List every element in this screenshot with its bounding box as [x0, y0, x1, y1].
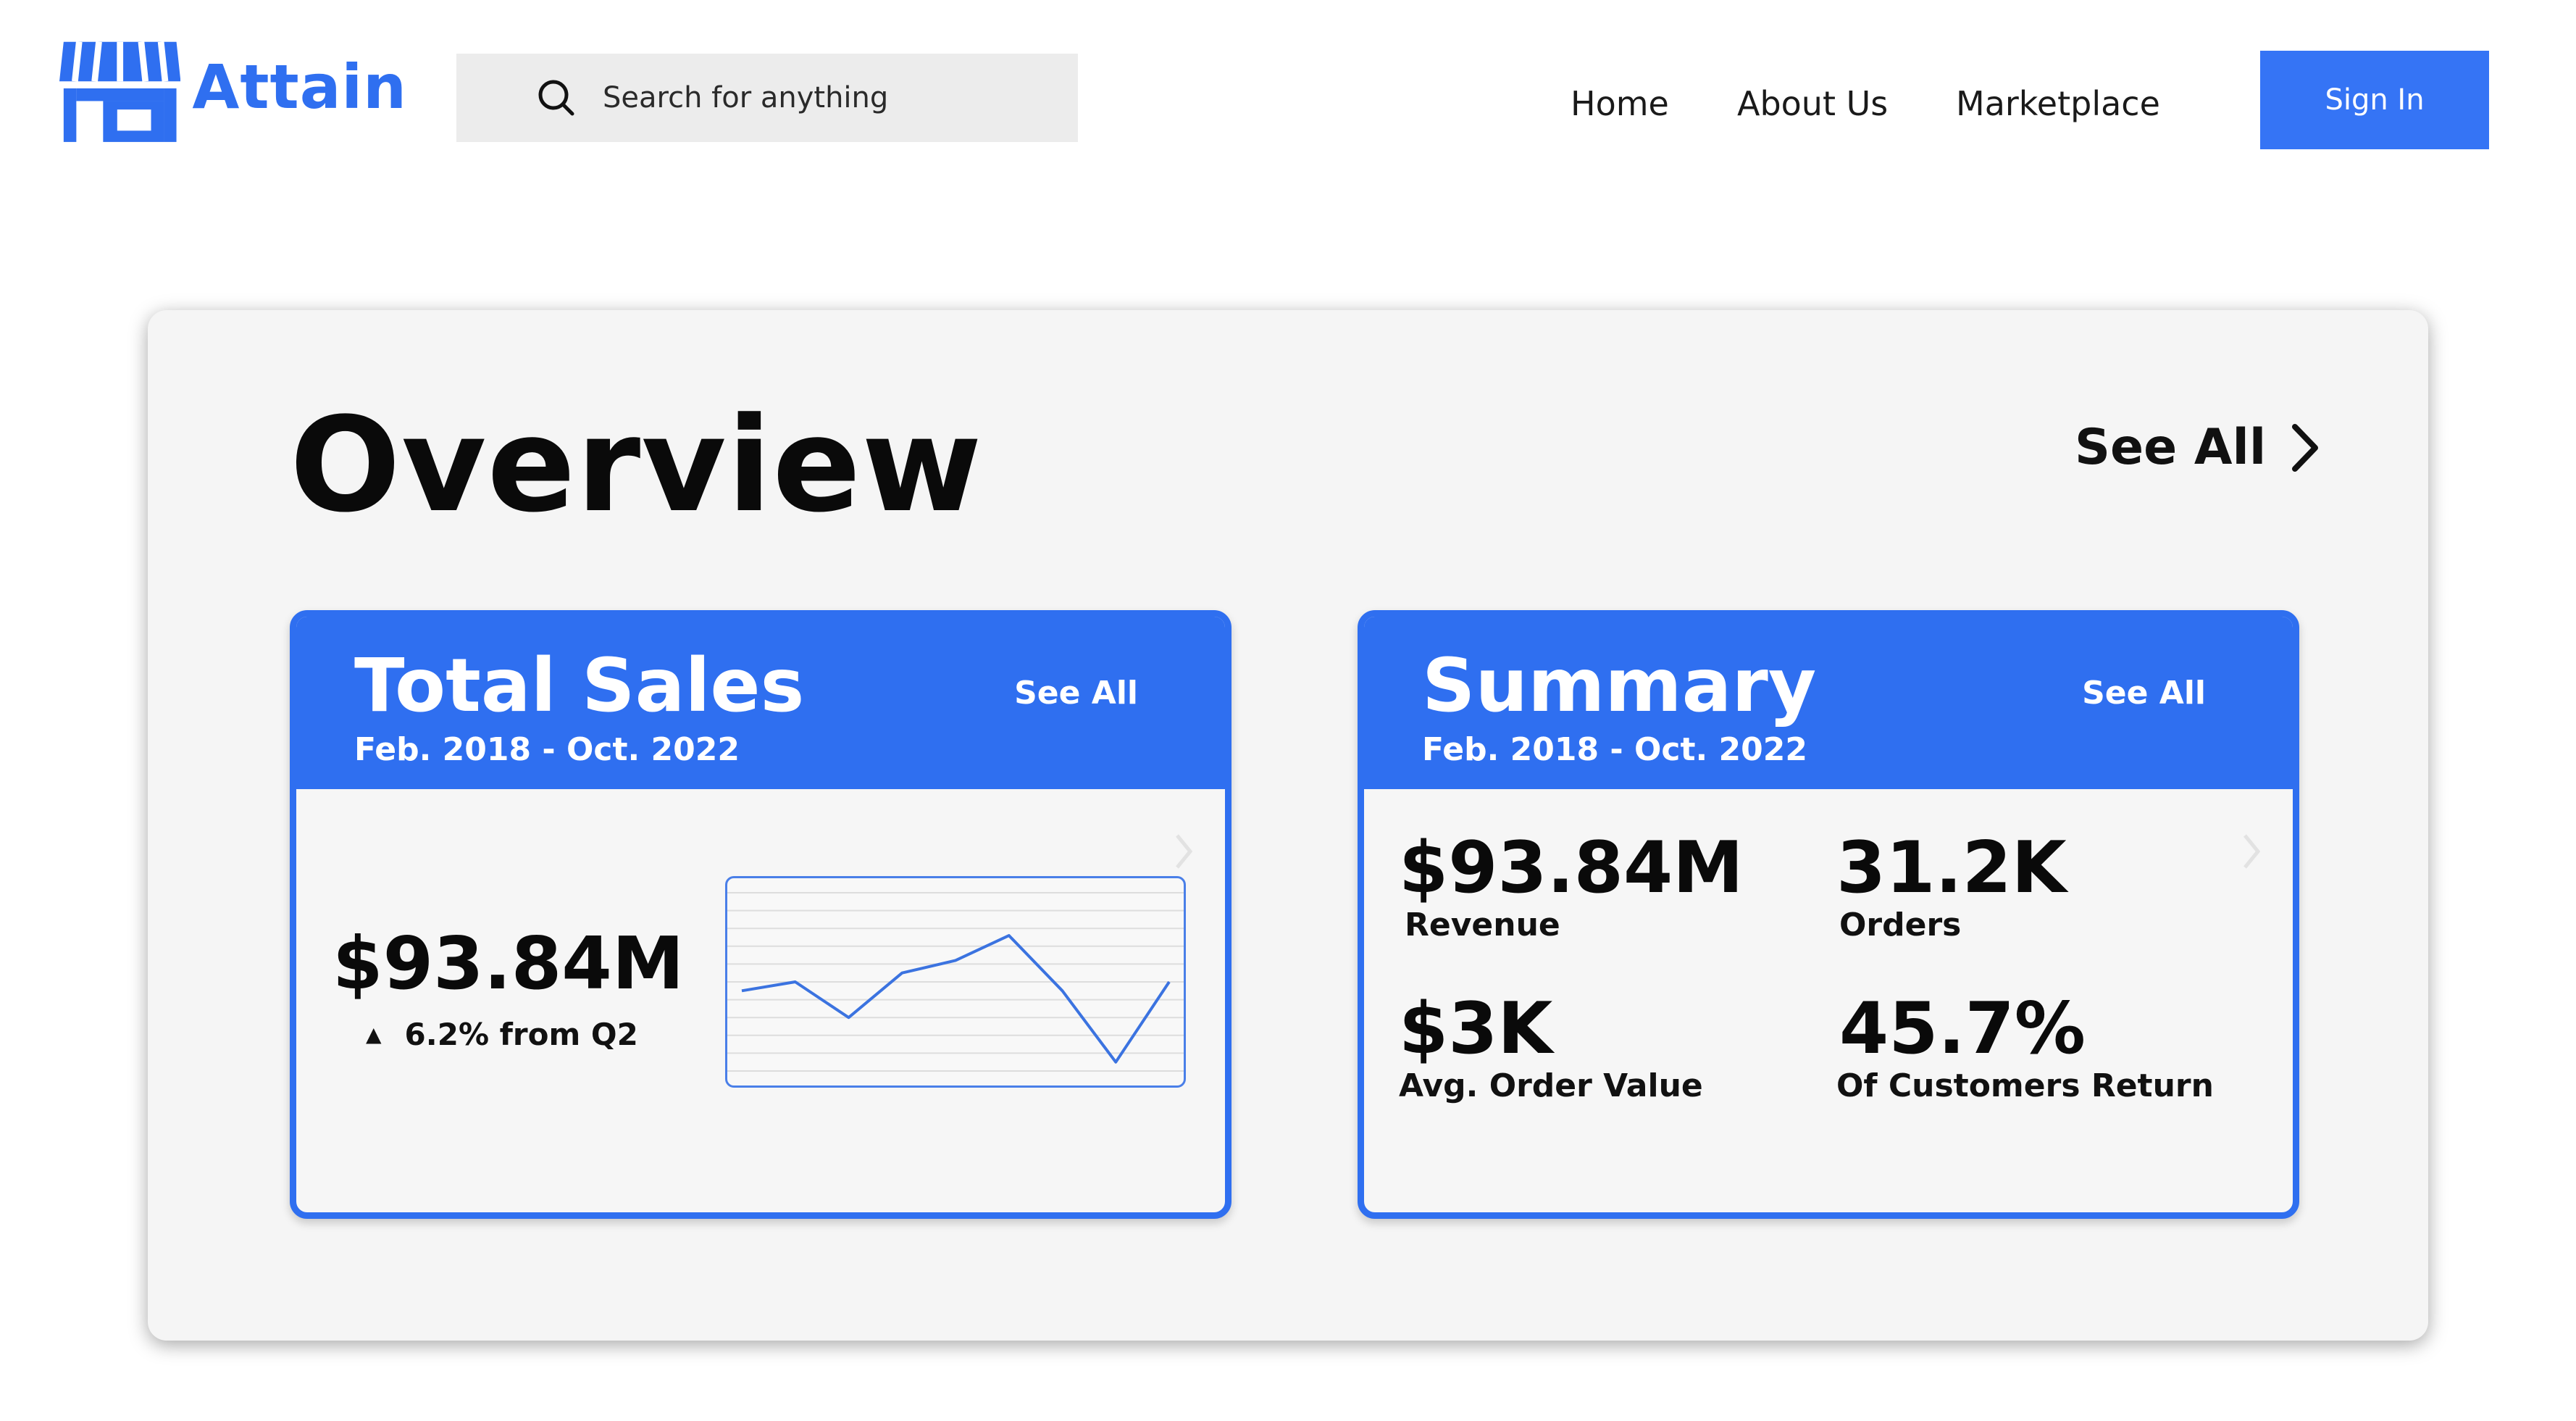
chevron-right-icon — [2292, 423, 2319, 472]
search-bar[interactable] — [456, 54, 1078, 142]
total-sales-card[interactable]: Total Sales Feb. 2018 - Oct. 2022 See Al… — [290, 610, 1231, 1219]
revenue-value: $93.84M — [1399, 827, 1744, 909]
summary-see-all-link[interactable]: See All — [2082, 675, 2206, 712]
sign-in-button[interactable]: Sign In — [2260, 51, 2489, 149]
sales-series-line — [741, 934, 1171, 1064]
orders-label: Orders — [1839, 907, 1962, 943]
brand-logo[interactable]: Attain — [59, 29, 407, 145]
card-title: Total Sales — [354, 643, 805, 729]
brand-name: Attain — [192, 51, 407, 122]
avg-order-label: Avg. Order Value — [1399, 1067, 1703, 1104]
total-sales-see-all-link[interactable]: See All — [1014, 675, 1138, 712]
triangle-up-icon: ▲ — [366, 1022, 382, 1046]
card-header: Total Sales Feb. 2018 - Oct. 2022 See Al… — [296, 617, 1225, 789]
nav-about-us[interactable]: About Us — [1737, 84, 1888, 123]
search-input[interactable] — [601, 80, 1010, 115]
sales-chart-svg — [727, 892, 1184, 1072]
overview-see-all-link[interactable]: See All — [2075, 419, 2322, 476]
sales-change: ▲ 6.2% from Q2 — [366, 1017, 638, 1052]
orders-value: 31.2K — [1836, 827, 2067, 909]
nav-marketplace[interactable]: Marketplace — [1956, 84, 2160, 123]
sales-line-chart — [725, 876, 1186, 1088]
overview-panel: Overview See All Total Sales Feb. 2018 -… — [148, 310, 2428, 1341]
nav-home[interactable]: Home — [1571, 84, 1669, 123]
chevron-right-icon[interactable] — [1173, 833, 1195, 870]
sales-change-text: 6.2% from Q2 — [404, 1017, 638, 1052]
card-date-range: Feb. 2018 - Oct. 2022 — [1422, 731, 1808, 768]
card-date-range: Feb. 2018 - Oct. 2022 — [354, 731, 740, 768]
summary-card[interactable]: Summary Feb. 2018 - Oct. 2022 See All $9… — [1358, 610, 2299, 1219]
return-rate-label: Of Customers Return — [1836, 1067, 2214, 1104]
card-title: Summary — [1422, 643, 1817, 729]
chevron-right-icon[interactable] — [2241, 833, 2262, 870]
return-rate-value: 45.7% — [1839, 988, 2086, 1070]
see-all-label: See All — [2075, 419, 2267, 476]
card-header: Summary Feb. 2018 - Oct. 2022 See All — [1364, 617, 2293, 789]
page-title: Overview — [290, 390, 983, 541]
storefront-icon — [59, 41, 181, 142]
total-sales-value: $93.84M — [333, 921, 685, 1006]
search-icon — [538, 80, 574, 116]
avg-order-value: $3K — [1399, 988, 1553, 1070]
revenue-label: Revenue — [1405, 907, 1560, 943]
